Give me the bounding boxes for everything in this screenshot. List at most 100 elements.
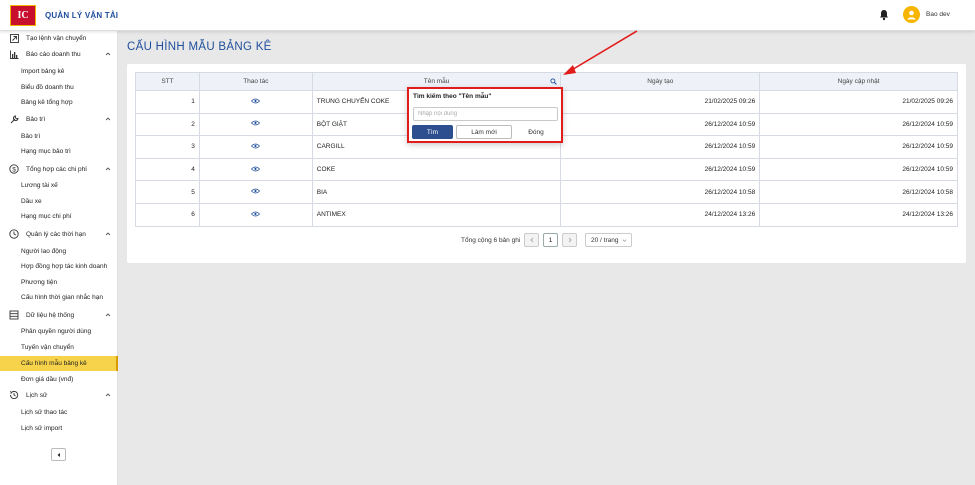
chevron-up-icon bbox=[105, 117, 111, 121]
cell-updated: 24/12/2024 13:26 bbox=[759, 202, 958, 227]
eye-icon[interactable] bbox=[251, 211, 261, 217]
cell-updated: 26/12/2024 10:59 bbox=[759, 135, 958, 159]
sidebar-item-vehicles[interactable]: Phương tiện bbox=[0, 275, 118, 290]
sidebar-item-import-history[interactable]: Lịch sử import bbox=[0, 421, 118, 436]
sidebar-group-maintenance[interactable]: Bảo trì bbox=[0, 112, 118, 127]
arrow-box-icon bbox=[9, 33, 19, 43]
sidebar-item-user-permissions[interactable]: Phân quyền người dùng bbox=[0, 324, 118, 339]
chevron-up-icon bbox=[105, 167, 111, 171]
collapse-left-icon bbox=[57, 452, 60, 457]
svg-text:$: $ bbox=[12, 166, 16, 173]
sidebar-group-system-data[interactable]: Dữ liệu hệ thống bbox=[0, 308, 118, 323]
table-row: 5 BIA 26/12/2024 10:58 26/12/2024 10:58 bbox=[135, 180, 958, 204]
cell-actions bbox=[198, 90, 313, 114]
sidebar-item-label: Cấu hình mẫu bảng kê bbox=[21, 360, 87, 367]
sidebar-item-import-statement[interactable]: Import bảng kê bbox=[0, 64, 118, 79]
chevron-down-icon bbox=[622, 239, 627, 242]
sidebar-item-label: Lương tài xế bbox=[21, 182, 58, 189]
page-size-select[interactable]: 20 / trang bbox=[585, 233, 632, 247]
table-row: 6 ANTIMEX 24/12/2024 13:26 24/12/2024 13… bbox=[135, 202, 958, 227]
cell-created: 24/12/2024 13:26 bbox=[560, 202, 761, 227]
sidebar-item-label: Đơn giá dầu (vnđ) bbox=[21, 376, 74, 383]
sidebar-collapse-button[interactable] bbox=[51, 448, 66, 461]
sidebar-item-action-history[interactable]: Lịch sử thao tác bbox=[0, 405, 118, 420]
top-header: IC QUẢN LÝ VẬN TẢI Bao dev bbox=[0, 0, 975, 31]
sidebar-item-fuel-price[interactable]: Đơn giá dầu (vnđ) bbox=[0, 372, 118, 387]
sidebar-item-revenue-chart[interactable]: Biểu đồ doanh thu bbox=[0, 80, 118, 95]
chevron-left-icon bbox=[529, 237, 533, 243]
cell-stt: 2 bbox=[135, 112, 200, 137]
pagination-prev-button[interactable] bbox=[524, 233, 539, 247]
cell-actions bbox=[198, 202, 313, 227]
sidebar-group-history[interactable]: Lịch sử bbox=[0, 388, 118, 403]
sidebar-item-statement-template-config[interactable]: Cấu hình mẫu bảng kê bbox=[0, 356, 118, 371]
sidebar-item-label: Người lao động bbox=[21, 248, 67, 255]
sidebar-group-label: Dữ liệu hệ thống bbox=[26, 312, 75, 319]
sidebar-item-label: Bảo trì bbox=[21, 133, 41, 140]
sidebar-item-driver-salary[interactable]: Lương tài xế bbox=[0, 178, 118, 193]
sidebar-item-summary-statement[interactable]: Bảng kê tổng hợp bbox=[0, 95, 118, 110]
sidebar-item-routes[interactable]: Tuyến vận chuyển bbox=[0, 340, 118, 355]
sidebar-item-create-order[interactable]: Tạo lệnh vận chuyển bbox=[0, 31, 118, 46]
sidebar-item-cost-category[interactable]: Hạng mục chi phí bbox=[0, 209, 118, 224]
sidebar-item-label: Lịch sử thao tác bbox=[21, 409, 68, 416]
cell-stt: 3 bbox=[135, 135, 200, 159]
company-logo[interactable]: IC bbox=[10, 5, 36, 26]
table-row: 4 COKE 26/12/2024 10:59 26/12/2024 10:59 bbox=[135, 157, 958, 182]
sidebar-item-label: Tuyến vận chuyển bbox=[21, 344, 74, 351]
sidebar-item-label: Import bảng kê bbox=[21, 68, 65, 75]
sidebar-group-label: Tổng hợp các chi phí bbox=[26, 166, 87, 173]
sidebar-item-label: Bảng kê tổng hợp bbox=[21, 99, 73, 106]
pagination-page-button[interactable]: 1 bbox=[543, 233, 558, 247]
eye-icon[interactable] bbox=[251, 143, 261, 149]
sidebar-item-employees[interactable]: Người lao động bbox=[0, 244, 118, 259]
sidebar-item-label: Hạng mục bảo trì bbox=[21, 148, 71, 155]
bell-icon[interactable] bbox=[878, 9, 890, 21]
cell-actions bbox=[198, 180, 313, 204]
sidebar-item-reminder-config[interactable]: Cấu hình thời gian nhắc hạn bbox=[0, 290, 118, 305]
sidebar-item-fuel[interactable]: Dầu xe bbox=[0, 194, 118, 209]
chevron-up-icon bbox=[105, 313, 111, 317]
column-header-stt: STT bbox=[135, 72, 200, 91]
eye-icon[interactable] bbox=[251, 98, 261, 104]
filter-search-input[interactable] bbox=[413, 107, 558, 121]
sidebar-item-label: Biểu đồ doanh thu bbox=[21, 84, 74, 91]
sidebar-item-label: Hợp đồng hợp tác kinh doanh bbox=[21, 263, 108, 270]
sidebar-item-label: Dầu xe bbox=[21, 198, 42, 205]
sidebar-group-deadlines[interactable]: Quản lý các thời hạn bbox=[0, 227, 118, 242]
user-avatar-icon[interactable] bbox=[903, 6, 920, 23]
sidebar-group-costs[interactable]: $ Tổng hợp các chi phí bbox=[0, 162, 118, 177]
user-name[interactable]: Bao dev bbox=[926, 11, 950, 18]
search-icon[interactable] bbox=[550, 78, 558, 85]
sidebar-item-maintenance[interactable]: Bảo trì bbox=[0, 129, 118, 144]
cell-updated: 21/02/2025 09:26 bbox=[759, 90, 958, 114]
sidebar-item-maintenance-category[interactable]: Hạng mục bảo trì bbox=[0, 144, 118, 159]
filter-popup: Tìm kiếm theo "Tên mẫu" Tìm Làm mới Đóng bbox=[407, 87, 563, 143]
eye-icon[interactable] bbox=[251, 188, 261, 194]
dollar-icon: $ bbox=[9, 164, 19, 174]
sidebar-group-revenue[interactable]: Báo cáo doanh thu bbox=[0, 47, 118, 62]
eye-icon[interactable] bbox=[251, 120, 261, 126]
sidebar-item-contracts[interactable]: Hợp đồng hợp tác kinh doanh bbox=[0, 259, 118, 274]
clock-icon bbox=[9, 229, 19, 239]
chevron-up-icon bbox=[105, 52, 111, 56]
sidebar-item-label: Tạo lệnh vận chuyển bbox=[26, 35, 87, 42]
filter-popup-title: Tìm kiếm theo "Tên mẫu" bbox=[413, 93, 492, 100]
pagination-total: Tổng cộng 6 bản ghi bbox=[461, 237, 521, 244]
sidebar-group-label: Bảo trì bbox=[26, 116, 46, 123]
database-icon bbox=[9, 310, 19, 320]
pagination-next-button[interactable] bbox=[562, 233, 577, 247]
cell-created: 26/12/2024 10:59 bbox=[560, 135, 761, 159]
cell-actions bbox=[198, 135, 313, 159]
wrench-icon bbox=[9, 114, 19, 124]
cell-updated: 26/12/2024 10:59 bbox=[759, 112, 958, 137]
column-header-updated: Ngày cập nhật bbox=[759, 72, 958, 91]
eye-icon[interactable] bbox=[251, 166, 261, 172]
column-header-created: Ngày tạo bbox=[560, 72, 761, 91]
filter-reset-button[interactable]: Làm mới bbox=[456, 125, 512, 139]
filter-search-button[interactable]: Tìm bbox=[412, 125, 453, 139]
filter-close-button[interactable]: Đóng bbox=[516, 125, 556, 139]
cell-template-name: COKE bbox=[311, 157, 562, 182]
cell-template-name: BIA bbox=[311, 180, 562, 204]
cell-stt: 5 bbox=[135, 180, 200, 204]
